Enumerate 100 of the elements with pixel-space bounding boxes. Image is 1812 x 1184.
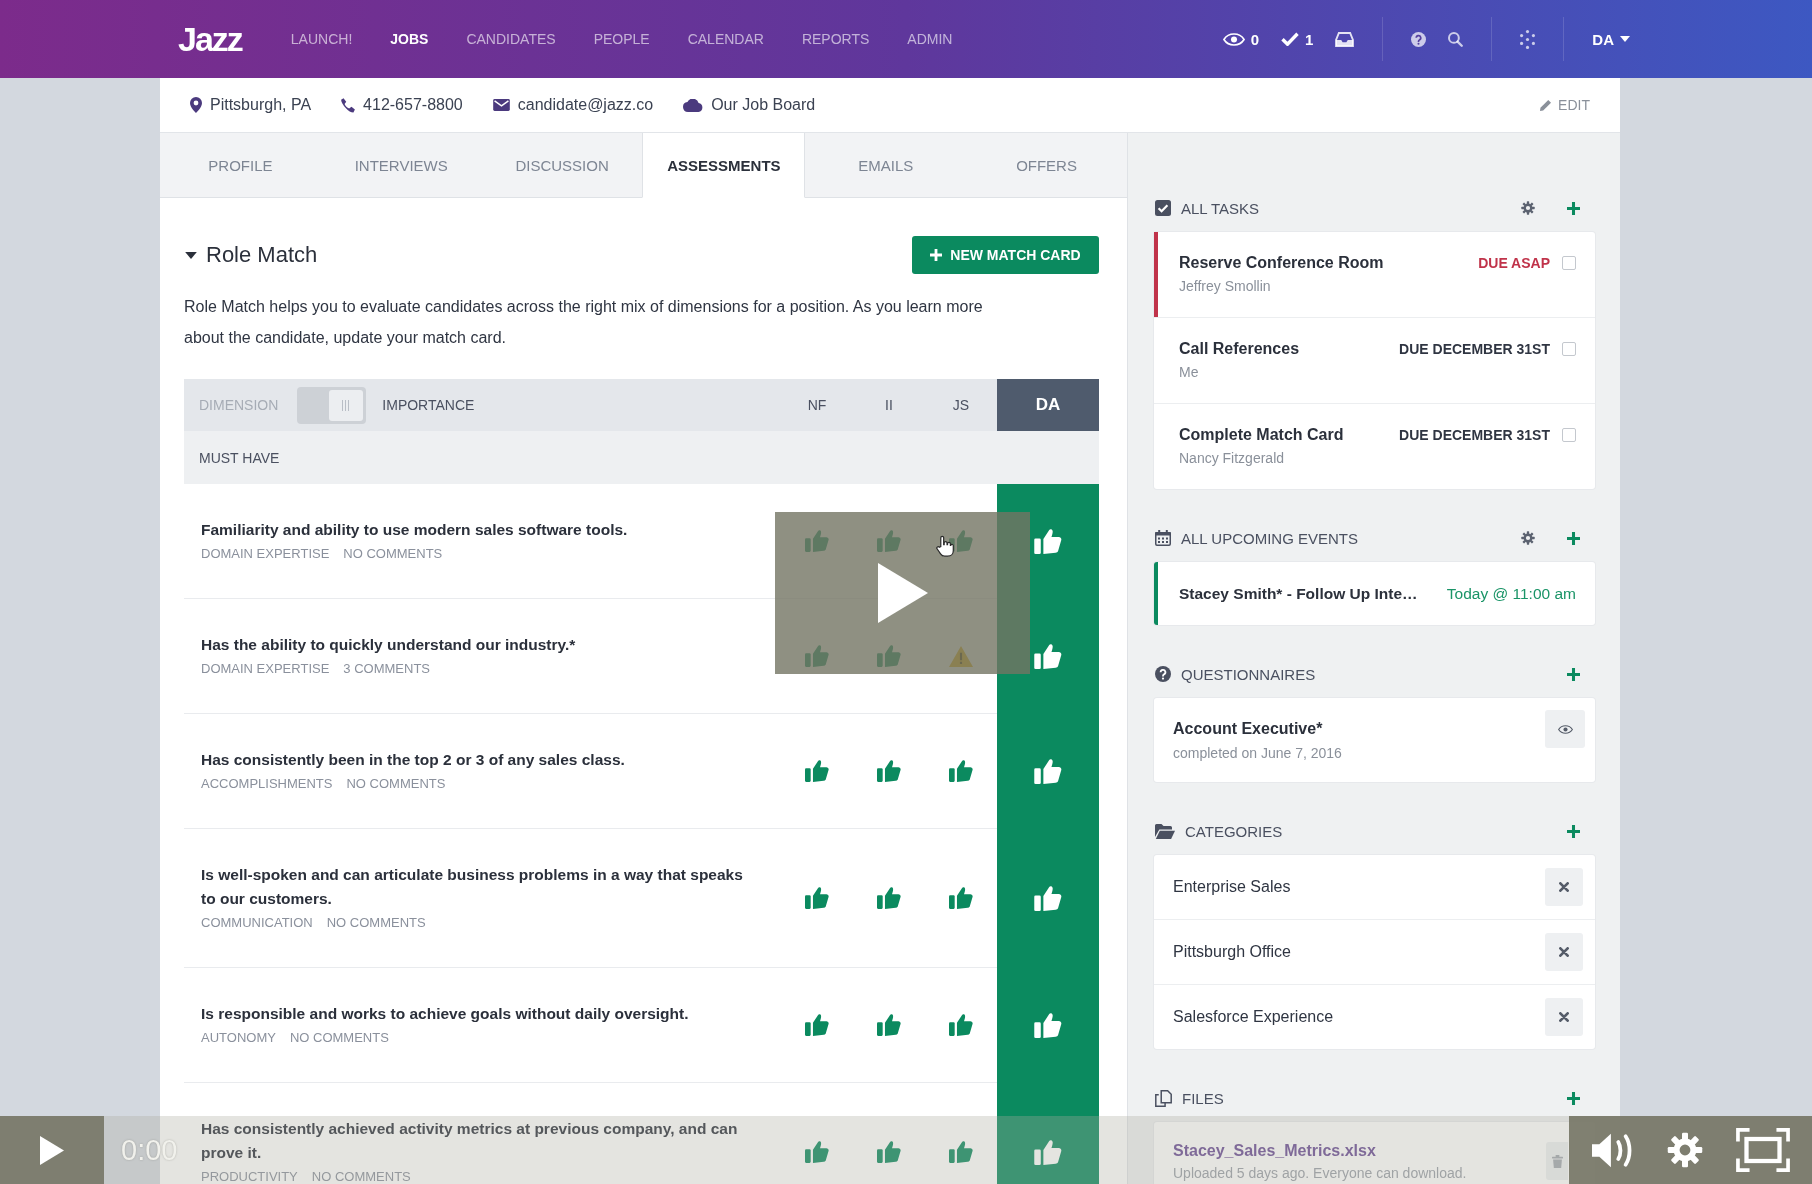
nav-link[interactable]: PEOPLE [593,31,650,47]
comments-link[interactable]: 3 COMMENTS [343,659,430,679]
dimension-label: DOMAIN EXPERTISE [201,660,330,678]
plus-icon[interactable] [1567,201,1580,215]
task-title[interactable]: Reserve Conference Room [1179,252,1479,274]
section-title: ALL UPCOMING EVENTS [1181,529,1358,547]
nav-link[interactable]: JOBS [390,31,429,47]
help-icon[interactable] [1411,31,1427,47]
thumbs-up-icon [877,887,901,909]
due-label: DUE DECEMBER 31ST [1399,426,1550,445]
questionnaire-title[interactable]: Account Executive* [1173,717,1342,740]
criterion-text: Has consistently been in the top 2 or 3 of any sales class. [201,750,626,770]
eye-icon [1222,32,1245,46]
logo[interactable]: Jazz [178,19,242,59]
tasks-button[interactable]: 1 [1281,30,1314,48]
event-time: Today @ 11:00 am [1446,584,1576,603]
search-icon[interactable] [1448,31,1464,47]
thumbs-up-icon [877,1141,901,1163]
dimension-label: DOMAIN EXPERTISE [201,545,330,563]
toggle-switch[interactable] [297,386,367,424]
plus-icon[interactable] [1567,1091,1580,1105]
thumbs-up-icon[interactable] [1034,643,1062,669]
fullscreen-icon[interactable] [1735,1128,1790,1172]
thumbs-up-icon[interactable] [1034,885,1062,911]
group-header: MUST HAVE [184,431,1099,484]
section-title: QUESTIONNAIRES [1181,665,1316,683]
new-match-card-button[interactable]: NEW MATCH CARD [912,236,1099,274]
job-board-link[interactable]: Our Job Board [711,96,816,114]
close-icon [1559,882,1569,892]
close-icon [1559,947,1569,957]
remove-button[interactable] [1545,868,1583,906]
plus-icon[interactable] [1567,824,1580,838]
eye-icon [1557,724,1573,734]
dimension-label: COMMUNICATION [201,914,313,932]
settings-icon[interactable] [1521,201,1535,215]
thumbs-up-icon[interactable] [1034,528,1062,554]
caret-down-icon[interactable] [185,251,197,259]
event-card[interactable]: Stacey Smith* - Follow Up Inte… Today @ 11:00 am [1154,562,1595,625]
thumbs-up-icon[interactable] [1034,758,1062,784]
plus-icon[interactable] [1567,667,1580,681]
user-menu-button[interactable]: DA [1592,30,1630,48]
thumbs-up-icon [949,887,973,909]
remove-button[interactable] [1545,998,1583,1036]
file-note: Uploaded 5 days ago. Everyone can download. [1173,1164,1467,1183]
nav-link[interactable]: REPORTS [801,31,870,47]
category-name: Pittsburgh Office [1173,943,1291,961]
volume-icon[interactable] [1591,1132,1634,1168]
pencil-icon [1540,99,1552,111]
tab[interactable]: ASSESSMENTS [642,133,806,198]
tab[interactable]: EMAILS [805,133,967,198]
thumbs-up-icon [805,1014,829,1036]
inbox-icon[interactable] [1335,31,1355,47]
apps-icon[interactable] [1520,29,1536,49]
hand-cursor-icon [936,535,954,558]
file-link[interactable]: Stacey_Sales_Metrics.xlsx [1173,1139,1467,1163]
thumbs-up-icon [877,760,901,782]
tab[interactable]: OFFERS [966,133,1127,198]
criterion-text: Is well-spoken and can articulate business problems in a way that speaks to our customers. [201,865,744,909]
cloud-icon [683,98,704,112]
settings-icon[interactable] [1666,1132,1703,1168]
checkbox[interactable] [1562,428,1576,442]
thumbs-up-icon[interactable] [1034,1012,1062,1038]
nav-link[interactable]: ADMIN [907,31,953,47]
toggle-label[interactable]: IMPORTANCE [382,397,475,413]
edit-button[interactable]: EDIT [1540,97,1590,113]
task-title[interactable]: Call References [1179,338,1400,360]
play-button[interactable] [0,1116,104,1184]
nav-link[interactable]: LAUNCH! [290,31,353,47]
comments-link[interactable]: NO COMMENTS [289,1028,389,1048]
trash-icon [1551,1154,1563,1168]
envelope-icon [492,99,510,111]
comments-link[interactable]: NO COMMENTS [311,1167,411,1184]
comments-link[interactable]: NO COMMENTS [346,774,446,794]
watchers-button[interactable]: 0 [1222,30,1259,48]
remove-button[interactable] [1545,933,1583,971]
checkbox[interactable] [1562,342,1576,356]
email-link[interactable]: candidate@jazz.co [517,96,654,114]
task-assignee: Me [1179,363,1200,382]
checkbox[interactable] [1562,256,1576,270]
questionnaire-status: completed on June 7, 2016 [1173,743,1342,763]
calendar-icon [1155,530,1171,546]
task-assignee: Jeffrey Smollin [1179,277,1272,296]
play-button[interactable] [775,512,1030,674]
column-header: JS [951,396,971,415]
dimension-label: PRODUCTIVITY [201,1168,298,1184]
location-pin-icon [190,97,202,113]
tab[interactable]: INTERVIEWS [320,133,482,198]
thumbs-up-icon [949,760,973,782]
nav-link[interactable]: CALENDAR [687,31,764,47]
task-title[interactable]: Complete Match Card [1179,424,1400,446]
comments-link[interactable]: NO COMMENTS [326,913,426,933]
tab[interactable]: PROFILE [160,133,321,198]
section-title: ALL TASKS [1181,199,1260,217]
comments-link[interactable]: NO COMMENTS [343,544,443,564]
view-button[interactable] [1545,710,1585,748]
settings-icon[interactable] [1521,531,1535,545]
thumbs-up-icon[interactable] [1034,1139,1062,1165]
column-header: NF [806,396,828,415]
nav-link[interactable]: CANDIDATES [466,31,556,47]
plus-icon[interactable] [1567,531,1580,545]
